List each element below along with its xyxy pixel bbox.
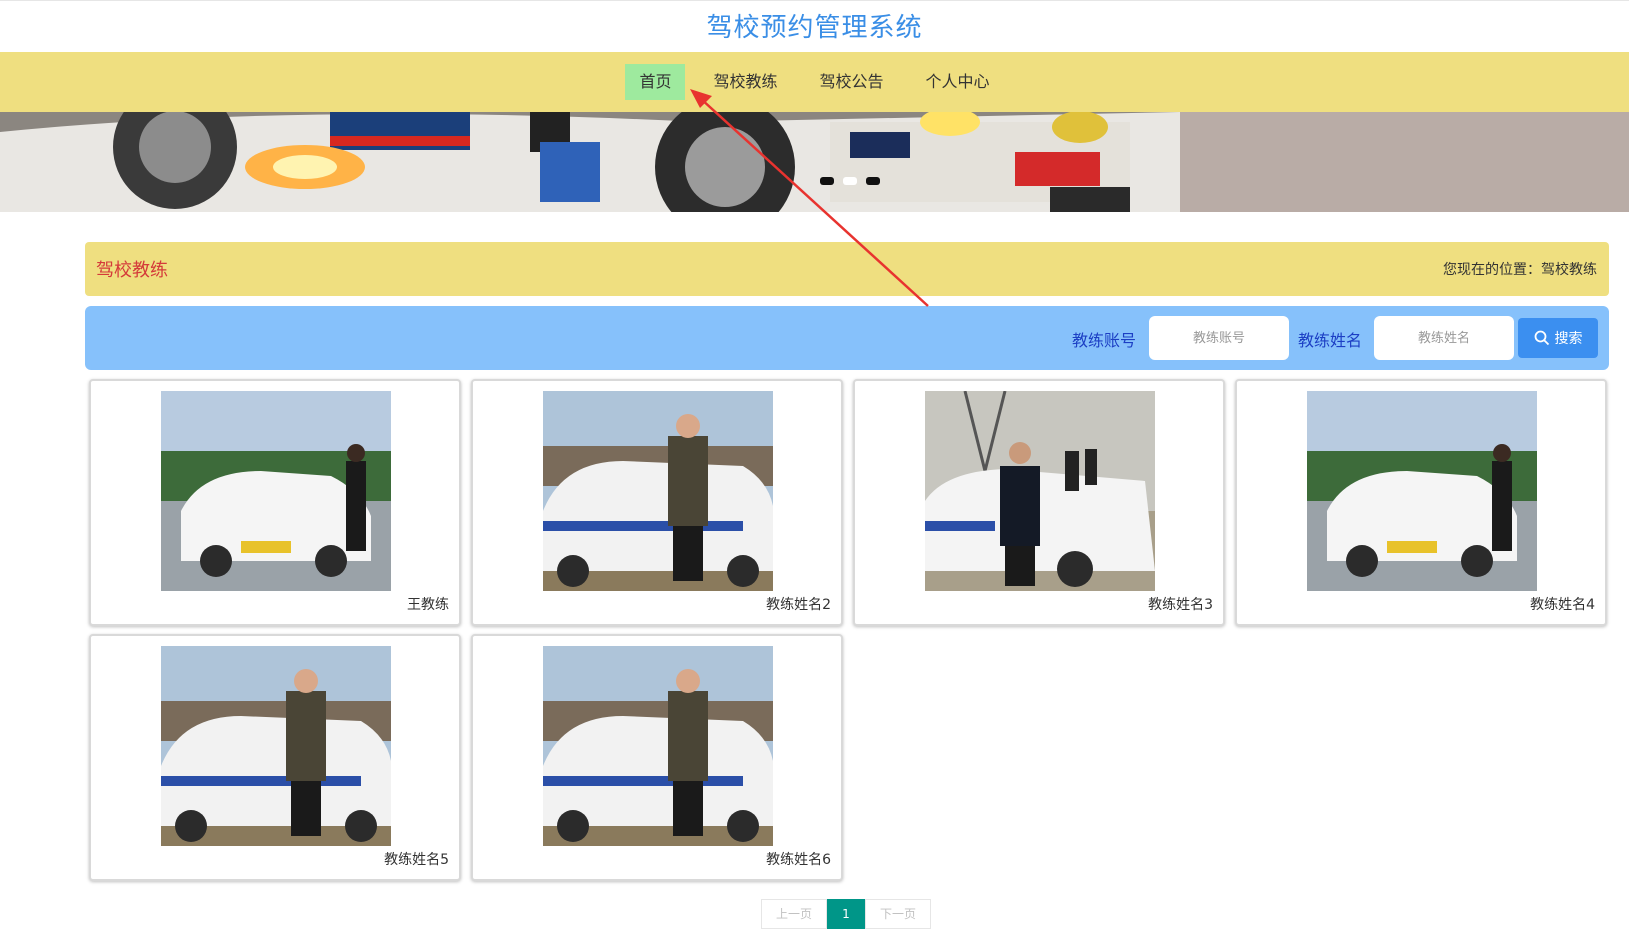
- next-page-button[interactable]: 下一页: [865, 899, 931, 929]
- coach-name: 教练姓名6: [766, 852, 831, 868]
- account-input[interactable]: [1149, 316, 1289, 360]
- section-title: 驾校教练: [96, 260, 168, 281]
- nav-item-home[interactable]: 首页: [625, 64, 686, 100]
- page: 驾校预约管理系统 首页 驾校教练 驾校公告 个人中心 驾校教练 您现在的位置：驾…: [0, 0, 1629, 933]
- coach-photo: [161, 646, 391, 846]
- nav-item-coaches[interactable]: 驾校教练: [699, 64, 791, 100]
- coach-card[interactable]: 教练姓名5: [89, 634, 461, 881]
- coach-photo: [1307, 391, 1537, 591]
- banner-carousel: [0, 112, 1629, 212]
- section-header: 驾校教练 您现在的位置：驾校教练: [85, 242, 1609, 296]
- coach-photo: [925, 391, 1155, 591]
- coach-name: 教练姓名4: [1530, 597, 1595, 613]
- nav-item-announcements[interactable]: 驾校公告: [806, 64, 898, 100]
- name-label: 教练姓名: [1298, 331, 1363, 350]
- banner-image: [0, 112, 1629, 212]
- prev-page-button[interactable]: 上一页: [761, 899, 827, 929]
- search-button[interactable]: 搜索: [1518, 318, 1598, 358]
- coach-card[interactable]: 教练姓名2: [471, 379, 843, 626]
- name-input[interactable]: [1374, 316, 1514, 360]
- coach-photo: [543, 646, 773, 846]
- coach-name: 教练姓名5: [384, 852, 449, 868]
- coach-name: 教练姓名2: [766, 597, 831, 613]
- main-nav: 首页 驾校教练 驾校公告 个人中心: [0, 52, 1629, 112]
- coach-name: 王教练: [407, 597, 449, 613]
- coach-name: 教练姓名3: [1148, 597, 1213, 613]
- pagination: 上一页 1 下一页: [761, 899, 931, 929]
- search-icon: [1534, 330, 1549, 346]
- coach-photo: [543, 391, 773, 591]
- coach-card[interactable]: 教练姓名6: [471, 634, 843, 881]
- coach-card[interactable]: 教练姓名4: [1235, 379, 1607, 626]
- site-title: 驾校预约管理系统: [0, 0, 1629, 52]
- coach-card[interactable]: 王教练: [89, 379, 461, 626]
- page-number-current[interactable]: 1: [827, 899, 865, 929]
- coach-photo: [161, 391, 391, 591]
- coach-card[interactable]: 教练姓名3: [853, 379, 1225, 626]
- nav-item-profile[interactable]: 个人中心: [912, 64, 1004, 100]
- breadcrumb: 您现在的位置：驾校教练: [1443, 262, 1597, 278]
- search-bar: 教练账号 教练姓名 搜索: [85, 306, 1609, 370]
- account-label: 教练账号: [1072, 331, 1137, 350]
- search-button-label: 搜索: [1554, 331, 1583, 347]
